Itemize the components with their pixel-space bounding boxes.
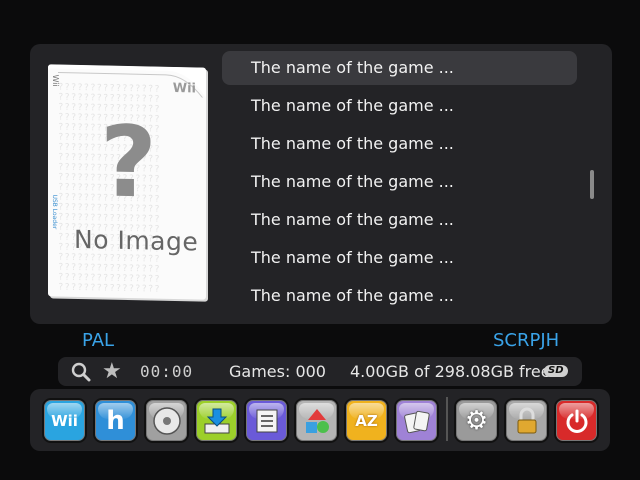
toolbar: Wii h AZ ⚙ <box>30 389 610 451</box>
scrollbar-thumb[interactable] <box>590 170 594 199</box>
wii-menu-button[interactable]: Wii <box>42 398 87 443</box>
games-count: Games: 000 <box>229 362 326 381</box>
free-space: 4.00GB of 298.08GB free <box>350 362 551 381</box>
list-view-button[interactable] <box>244 398 289 443</box>
toolbar-divider <box>446 397 448 441</box>
star-icon[interactable]: ★ <box>102 357 122 386</box>
status-bar: ★ 00:00 Games: 000 4.00GB of 298.08GB fr… <box>58 357 582 386</box>
homebrew-button[interactable]: h <box>93 398 138 443</box>
power-button[interactable] <box>554 398 599 443</box>
sort-az-button[interactable]: AZ <box>344 398 389 443</box>
wii-logo: Wii <box>172 80 196 97</box>
game-list-item[interactable]: The name of the game ... <box>222 89 577 123</box>
categories-button[interactable] <box>294 398 339 443</box>
game-list-item[interactable]: The name of the game ... <box>222 203 577 237</box>
list-icon <box>256 409 277 432</box>
disc-button[interactable] <box>144 398 189 443</box>
lock-button[interactable] <box>504 398 549 443</box>
sd-card-icon: SD <box>544 365 568 377</box>
power-icon <box>566 409 587 433</box>
cover-header: Wii <box>48 64 206 98</box>
sort-az-icon: AZ <box>355 411 378 430</box>
game-list-item[interactable]: The name of the game ... <box>222 127 577 161</box>
settings-button[interactable]: ⚙ <box>454 398 499 443</box>
cover-side-logo: Wii <box>51 74 60 87</box>
region-label: PAL <box>82 330 115 351</box>
game-cover[interactable]: ???????????????? ???????????????? ??????… <box>48 64 206 300</box>
game-list-item[interactable]: The name of the game ... <box>222 241 577 275</box>
shapes-icon <box>305 408 329 433</box>
game-list-item[interactable]: The name of the game ... <box>222 165 577 199</box>
lock-icon <box>517 407 536 433</box>
homebrew-icon: h <box>106 405 125 436</box>
cards-button[interactable] <box>394 398 439 443</box>
no-image-label: No Image <box>74 224 199 257</box>
game-list-item[interactable]: The name of the game ... <box>222 279 577 313</box>
install-icon <box>204 408 229 433</box>
clock: 00:00 <box>140 362 194 381</box>
gear-icon: ⚙ <box>464 405 489 436</box>
disc-icon <box>152 406 181 435</box>
cards-icon <box>403 410 430 433</box>
install-button[interactable] <box>194 398 239 443</box>
cover-side-text: USB Loader <box>51 194 58 230</box>
game-list: The name of the game ... The name of the… <box>222 51 577 317</box>
question-mark-icon: ? <box>100 105 157 221</box>
game-list-item[interactable]: The name of the game ... <box>222 51 577 85</box>
wii-icon: Wii <box>51 411 78 430</box>
game-id-label: SCRPJH <box>493 330 560 351</box>
